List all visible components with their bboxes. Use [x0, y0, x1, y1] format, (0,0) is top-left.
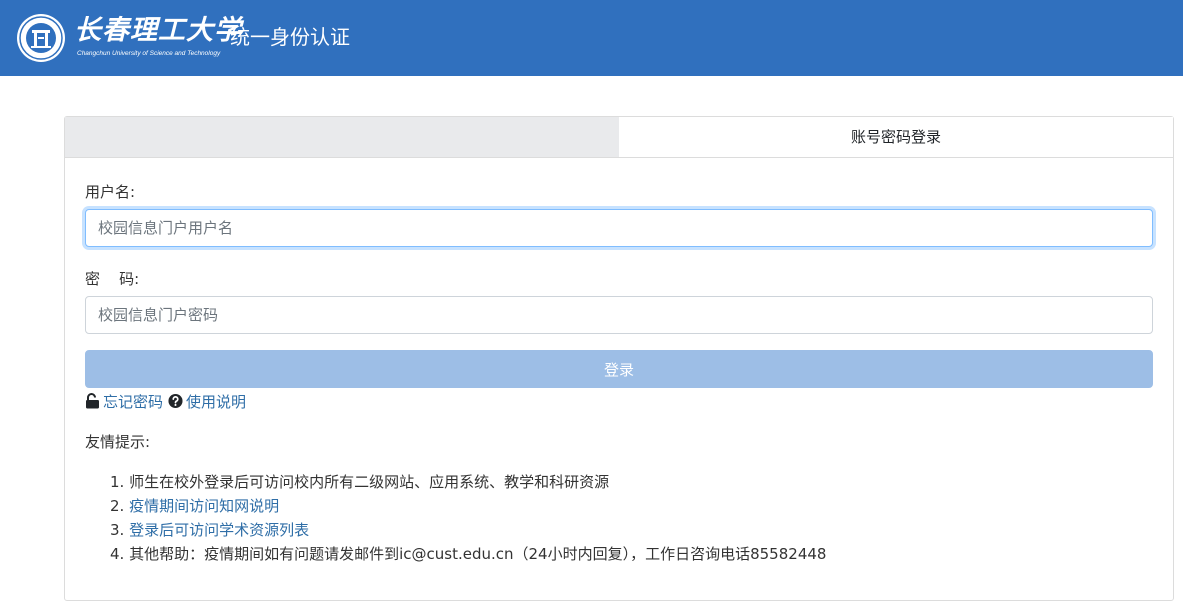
tip-item: 1. 师生在校外登录后可访问校内所有二级网站、应用系统、教学和科研资源	[110, 470, 826, 494]
tip-item: 3. 登录后可访问学术资源列表	[110, 518, 826, 542]
tip-number: 1.	[110, 473, 125, 491]
password-label: 密 码:	[85, 270, 140, 288]
tab-account-login[interactable]: 账号密码登录	[619, 117, 1173, 157]
password-input[interactable]	[85, 296, 1153, 334]
tip-number: 4.	[110, 545, 125, 563]
usage-guide-link[interactable]: 使用说明	[186, 391, 246, 412]
university-name-en: Changchun University of Science and Tech…	[77, 50, 221, 57]
university-name-cn: 长春理工大学	[74, 15, 242, 46]
tip-item: 4. 其他帮助：疫情期间如有问题请发邮件到ic@cust.edu.cn（24小时…	[110, 542, 826, 566]
university-seal-icon	[17, 14, 65, 62]
login-tabs: 账号密码登录	[65, 117, 1173, 158]
question-circle-icon	[168, 393, 183, 409]
tip-text: 师生在校外登录后可访问校内所有二级网站、应用系统、教学和科研资源	[129, 473, 610, 491]
forgot-password-link[interactable]: 忘记密码	[103, 391, 163, 412]
tip-cnki-guide-link[interactable]: 疫情期间访问知网说明	[129, 497, 279, 515]
tip-number: 3.	[110, 521, 125, 539]
tip-item: 2. 疫情期间访问知网说明	[110, 494, 826, 518]
tips-title: 友情提示:	[85, 433, 151, 451]
tips-list: 1. 师生在校外登录后可访问校内所有二级网站、应用系统、教学和科研资源 2. 疫…	[110, 470, 826, 566]
header-bar: 长春理工大学 Changchun University of Science a…	[0, 0, 1183, 76]
username-input[interactable]	[85, 209, 1153, 247]
tip-text: 其他帮助：疫情期间如有问题请发邮件到ic@cust.edu.cn（24小时内回复…	[129, 545, 827, 563]
helper-links: 忘记密码 使用说明	[85, 391, 246, 411]
username-label: 用户名:	[85, 183, 136, 201]
login-button[interactable]: 登录	[85, 350, 1153, 388]
tip-number: 2.	[110, 497, 125, 515]
tab-inactive[interactable]	[65, 117, 619, 157]
system-title: 统一身份认证	[230, 25, 350, 49]
unlock-icon	[86, 393, 99, 409]
login-card: 账号密码登录 用户名: 密 码: 登录 忘记密码 使用说明 友情提示: 1. 师…	[64, 116, 1174, 601]
tip-academic-resources-link[interactable]: 登录后可访问学术资源列表	[129, 521, 309, 539]
